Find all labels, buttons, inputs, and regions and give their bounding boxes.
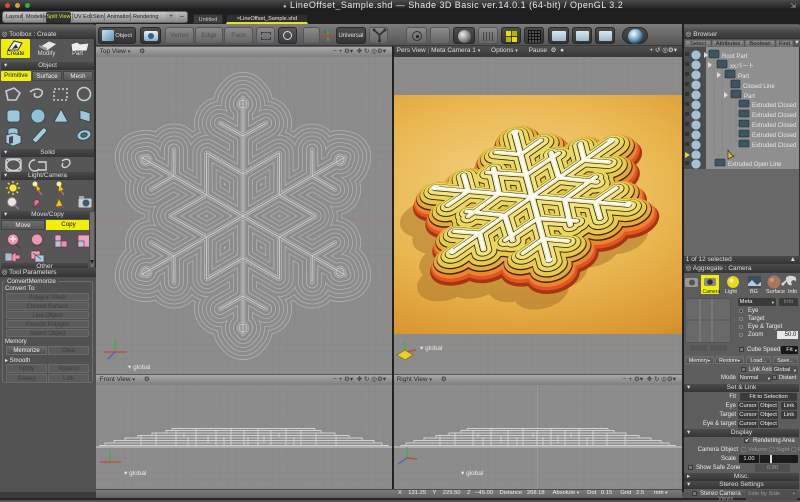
svg-text:▾ global: ▾ global [128,364,151,371]
svg-text:Surface: Surface [766,289,785,295]
svg-text:▾ global: ▾ global [420,345,443,352]
svg-text:Part: Part [744,94,755,100]
svg-text:Extruded Closed: Extruded Closed [752,103,796,109]
svg-text:Root Part: Root Part [722,54,748,60]
svg-text:Extruded Closed: Extruded Closed [752,143,796,149]
svg-text:Extruded Closed: Extruded Closed [752,113,796,119]
svg-text:Extruded Closed: Extruded Closed [752,123,796,129]
svg-text:Extruded Open Line: Extruded Open Line [728,162,782,168]
svg-text:▾ global: ▾ global [461,470,484,477]
svg-text:xxパート: xxパート [730,63,754,70]
svg-text:Light: Light [725,289,737,295]
svg-text:Extruded Closed: Extruded Closed [752,133,796,139]
svg-text:Camera: Camera [703,289,721,295]
svg-text:Info: Info [788,289,797,295]
svg-text:BG: BG [750,289,758,295]
svg-text:Closed Line: Closed Line [743,84,775,90]
svg-text:▾ global: ▾ global [124,470,147,477]
svg-text:Part: Part [738,74,749,80]
